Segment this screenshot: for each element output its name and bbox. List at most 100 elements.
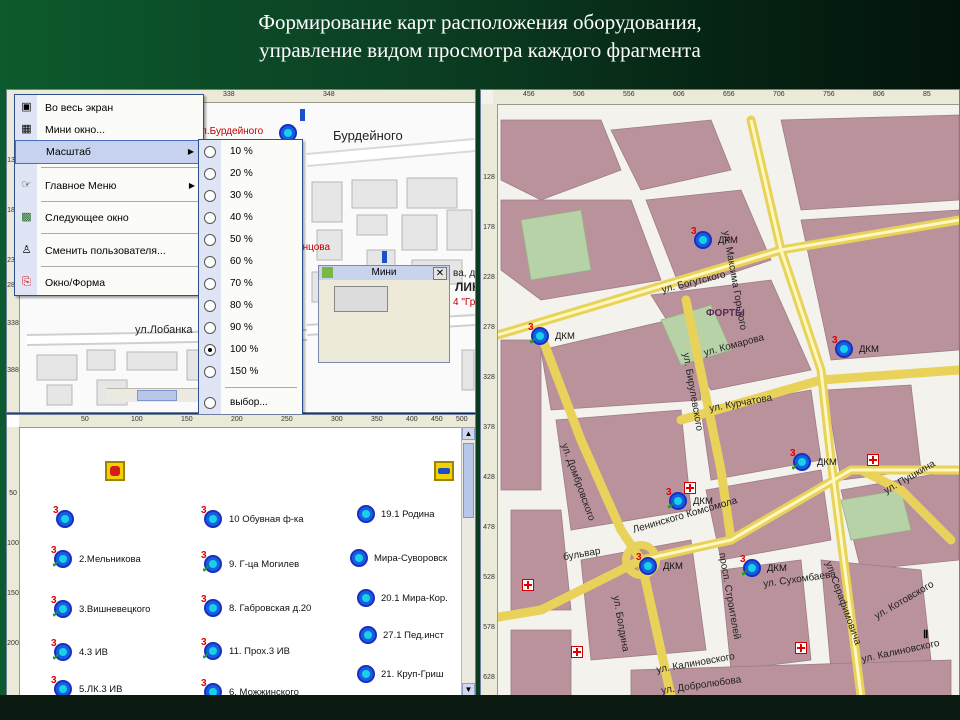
zoom-option[interactable]: 150 % — [199, 361, 300, 383]
equipment-marker[interactable]: 3 ✔ — [201, 637, 222, 661]
dkm-marker[interactable]: 3 ✔ — [790, 448, 811, 472]
ruler-label: 656 — [723, 91, 735, 98]
equipment-marker[interactable] — [359, 626, 377, 644]
mini-window[interactable]: Мини ✕ — [318, 265, 450, 363]
zoom-option[interactable]: 20 % — [199, 163, 300, 185]
top-ruler: 50 100 150 200 250 300 350 400 450 500 — [19, 415, 475, 428]
radio-icon — [204, 322, 216, 334]
menu-item-next-window[interactable]: ▩ Следующее окно — [15, 207, 201, 229]
mini-window-icon: ▦ — [21, 123, 32, 135]
ruler-label: 150 — [7, 590, 19, 597]
zoom-option[interactable]: 30 % — [199, 185, 300, 207]
ruler-label: 328 — [483, 374, 495, 381]
marker-label: 5.ЛК.3 ИВ — [79, 684, 123, 695]
equipment-marker[interactable] — [357, 665, 375, 683]
zoom-option[interactable]: 40 % — [199, 207, 300, 229]
zoom-option[interactable]: 10 % — [199, 141, 300, 163]
radio-icon — [204, 168, 216, 180]
zoom-option[interactable]: 90 % — [199, 317, 300, 339]
list-panel-bottom-left[interactable]: 50 100 150 200 250 300 350 400 450 500 5… — [6, 414, 476, 697]
menu-separator — [41, 233, 199, 234]
marker-label: 8. Габровская д.20 — [229, 603, 312, 614]
marker-label: 4.3 ИВ — [79, 647, 109, 658]
mini-window-title: Мини — [371, 267, 397, 278]
zoom-option[interactable]: 70 % — [199, 273, 300, 295]
equipment-marker[interactable]: 3 ✔ — [51, 545, 72, 569]
zoom-option-label: 20 % — [230, 168, 253, 179]
marker-label: ДКМ — [663, 561, 683, 572]
ruler-label: 300 — [331, 416, 343, 423]
mini-window-titlebar[interactable]: Мини ✕ — [319, 266, 449, 280]
context-menu: ▣ Во весь экран ▦ Мини окно... Масштаб ▶… — [14, 94, 204, 296]
dkm-marker[interactable]: 3 — [832, 335, 853, 358]
street-label: ЛИНЦ — [455, 280, 475, 294]
equipment-marker[interactable] — [357, 505, 375, 523]
marker-label: ДКМ — [693, 496, 713, 507]
user-icon: ♙ — [21, 244, 32, 256]
radio-icon — [204, 278, 216, 290]
ruler-label: 250 — [281, 416, 293, 423]
zoom-option[interactable]: 60 % — [199, 251, 300, 273]
zoom-option-selected[interactable]: 100 % — [199, 339, 300, 361]
zoom-option[interactable]: 50 % — [199, 229, 300, 251]
menu-item-mini-window[interactable]: ▦ Мини окно... — [15, 119, 201, 141]
download-icon — [322, 267, 333, 278]
dkm-marker[interactable]: 3 ✔ — [666, 487, 687, 511]
marker-label: 10 Обувная ф-ка — [229, 514, 304, 525]
equipment-marker[interactable]: 3 — [53, 505, 74, 528]
ruler-label: 556 — [623, 91, 635, 98]
zoom-option-label: 70 % — [230, 278, 253, 289]
map-panel-right[interactable]: 456 506 556 606 656 706 756 806 85 128 1… — [480, 89, 960, 697]
menu-item-window-form[interactable]: ⎘ Окно/Форма — [15, 272, 201, 294]
menu-item-label: Главное Меню — [45, 180, 117, 192]
menu-item-label: Масштаб — [46, 146, 91, 158]
scrollbar-thumb[interactable] — [463, 443, 474, 518]
menu-item-main-menu[interactable]: ☞ Главное Меню ▶ — [15, 175, 201, 197]
zoom-option-label: 50 % — [230, 234, 253, 245]
equipment-marker[interactable]: 3 ✔ — [201, 550, 222, 574]
slide-title-line-2: управление видом просмотра каждого фрагм… — [259, 38, 701, 62]
dkm-marker[interactable]: 3 — [636, 552, 657, 575]
marker-label: 9. Г-ца Могилев — [229, 559, 300, 570]
zoom-option-label: 30 % — [230, 190, 253, 201]
menu-item-switch-user[interactable]: ♙ Сменить пользователя... — [15, 240, 201, 262]
zoom-option-custom[interactable]: выбор... — [199, 392, 300, 414]
equipment-marker[interactable]: 3 — [201, 505, 222, 528]
equipment-marker[interactable] — [350, 549, 368, 567]
submenu-arrow-icon: ▶ — [187, 147, 194, 156]
ruler-label: 50 — [9, 490, 17, 497]
alarm-icon[interactable] — [105, 461, 125, 481]
menu-item-label: Следующее окно — [45, 212, 129, 224]
marker-label: 27.1 Пед.инст — [383, 630, 444, 641]
horizontal-scrollbar[interactable] — [107, 388, 202, 402]
status-icon[interactable] — [434, 461, 454, 481]
menu-item-zoom[interactable]: Масштаб ▶ — [15, 140, 201, 164]
equipment-marker[interactable]: 3 — [201, 594, 222, 617]
ruler-label: 50 — [81, 416, 89, 423]
equipment-marker[interactable]: 3 ✔ — [51, 595, 72, 619]
ruler-label: 150 — [181, 416, 193, 423]
menu-item-label: Сменить пользователя... — [45, 245, 166, 257]
radio-selected-icon — [204, 344, 216, 356]
menu-item-fullscreen[interactable]: ▣ Во весь экран — [15, 97, 201, 119]
scrollbar-thumb[interactable] — [137, 390, 177, 401]
zoom-option[interactable]: 80 % — [199, 295, 300, 317]
dkm-marker[interactable]: 3 ✔ — [528, 322, 549, 346]
radio-icon — [204, 300, 216, 312]
close-icon[interactable]: ✕ — [433, 267, 447, 280]
dkm-marker[interactable]: 3 ✔ — [740, 554, 761, 578]
marker-label: Мира-Суворовск — [374, 553, 448, 564]
menu-item-label: Окно/Форма — [45, 277, 106, 289]
marker-label: 20.1 Мира-Кор. — [381, 593, 448, 604]
equipment-marker[interactable]: 3 ✔ — [51, 638, 72, 662]
equipment-marker[interactable] — [357, 589, 375, 607]
vertical-scrollbar[interactable]: ▲ ▼ — [461, 427, 475, 696]
zoom-option-label: 80 % — [230, 300, 253, 311]
dkm-marker[interactable]: 3 — [691, 226, 712, 249]
ruler-label: 350 — [371, 416, 383, 423]
submenu-arrow-icon: ▶ — [188, 181, 195, 190]
slide-title: Формирование карт расположения оборудова… — [0, 8, 960, 64]
menu-item-label: Во весь экран — [45, 102, 114, 114]
scroll-up-icon[interactable]: ▲ — [462, 427, 475, 440]
hospital-icon — [571, 646, 583, 658]
